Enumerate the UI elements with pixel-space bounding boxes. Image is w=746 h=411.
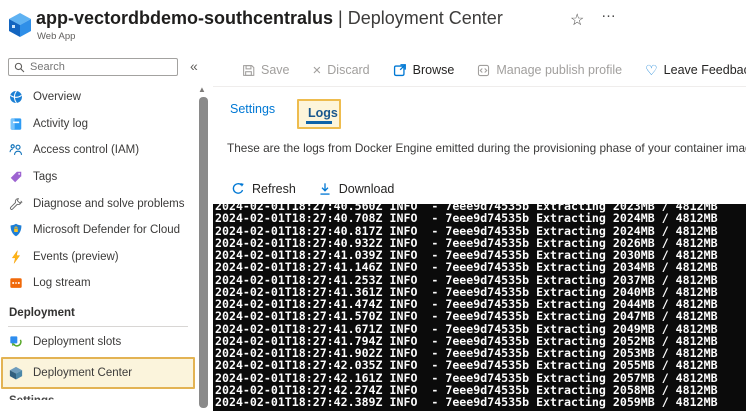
log-lines: 2024-02-01T18:27:40.560Z INFO - 7eee9d74… [215,204,746,408]
sidebar-item-deployment-slots[interactable]: Deployment slots [0,329,196,356]
deployment-slots-icon [9,335,23,349]
discard-label: Discard [327,63,370,77]
log-line: 2024-02-01T18:27:40.817Z INFO - 7eee9d74… [215,223,718,238]
search-input[interactable] [30,61,160,73]
deployment-center-icon [9,366,23,380]
command-bar: Save × Discard Browse Manage publish pro… [242,58,746,82]
log-line: 2024-02-01T18:27:42.161Z INFO - 7eee9d74… [215,370,718,385]
more-options-icon[interactable]: … [601,4,617,21]
sidebar-item-events[interactable]: Events (preview) [0,244,196,271]
sidebar-item-label: Deployment slots [33,336,122,349]
collapse-menu-icon[interactable]: « [190,58,198,74]
manage-publish-profile-label: Manage publish profile [496,63,623,77]
tab-settings[interactable]: Settings [230,102,275,116]
tab-logs-label: Logs [308,106,338,120]
search-icon [14,62,25,73]
sidebar-item-label: Microsoft Defender for Cloud [33,224,181,237]
sidebar-item-access-control-iam[interactable]: Access control (IAM) [0,137,196,164]
log-line: 2024-02-01T18:27:41.671Z INFO - 7eee9d74… [215,321,718,336]
sidebar-item-label: Overview [33,91,81,104]
heart-icon: ♡ [645,62,658,78]
sidebar-item-tags[interactable]: Tags [0,164,196,191]
favorite-star-icon[interactable]: ☆ [570,10,584,30]
web-app-icon [8,12,32,43]
log-line: 2024-02-01T18:27:42.035Z INFO - 7eee9d74… [215,358,718,373]
log-line: 2024-02-01T18:27:40.708Z INFO - 7eee9d74… [215,211,718,226]
sidebar-item-label: Diagnose and solve problems [33,197,185,210]
activity-log-icon [9,117,23,131]
tab-logs[interactable]: Logs [297,99,341,129]
resource-name: app-vectordbdemo-southcentralus [36,8,334,28]
save-button[interactable]: Save [242,63,290,77]
browse-button[interactable]: Browse [393,63,455,77]
vertical-scrollbar-thumb[interactable] [199,97,208,408]
sidebar-item-label: Log stream [33,277,91,290]
wrench-icon [9,197,23,211]
save-icon [242,64,255,77]
active-tab-underline [306,121,332,124]
download-button[interactable]: Download [318,182,395,196]
blade-name: Deployment Center [347,8,503,28]
scroll-up-arrow-icon[interactable]: ▲ [198,85,206,94]
sidebar-item-overview[interactable]: Overview [0,84,196,111]
sidebar-item-deployment-center[interactable]: Deployment Center [3,359,193,387]
leave-feedback-button[interactable]: ♡ Leave Feedback [645,63,746,77]
section-divider [8,325,188,327]
sidebar-item-activity-log[interactable]: Activity log [0,111,196,138]
sidebar-item-label: Deployment Center [33,367,133,380]
sidebar-item-diagnose[interactable]: Diagnose and solve problems [0,190,196,217]
browse-label: Browse [412,63,455,77]
sidebar-item-log-stream[interactable]: Log stream [0,270,196,297]
manage-publish-profile-button[interactable]: Manage publish profile [477,63,622,77]
overview-icon [9,90,23,104]
tag-icon [9,170,23,184]
refresh-icon [231,182,245,196]
sidebar-item-defender[interactable]: Microsoft Defender for Cloud [0,217,196,244]
log-stream-icon [9,276,23,290]
active-item-highlight: Deployment Center [1,357,195,390]
external-link-icon [393,63,407,77]
content-divider [213,86,746,87]
lightning-icon [9,250,23,264]
log-line: 2024-02-01T18:27:41.570Z INFO - 7eee9d74… [215,309,718,324]
docker-log-terminal[interactable]: 2024-02-01T18:27:40.560Z INFO - 7eee9d74… [213,204,746,411]
shield-lock-icon [9,223,23,237]
log-line: 2024-02-01T18:27:42.389Z INFO - 7eee9d74… [215,395,718,409]
sidebar-item-label: Access control (IAM) [33,144,140,157]
people-icon [9,143,23,157]
sidebar-section-deployment: Deployment [9,306,75,319]
download-label: Download [338,182,395,196]
sidebar-search[interactable] [8,58,178,76]
save-label: Save [261,63,290,77]
refresh-button[interactable]: Refresh [231,182,296,196]
log-actions: Refresh Download [231,182,394,196]
resource-menu: Overview Activity log Access control (IA… [0,55,196,411]
title-separator: | [333,8,348,28]
refresh-label: Refresh [252,182,296,196]
sidebar-section-settings-clipped: Settings [0,395,196,400]
download-icon [318,182,332,196]
resource-type-label: Web App [37,31,76,42]
log-line: 2024-02-01T18:27:41.253Z INFO - 7eee9d74… [215,272,718,287]
sidebar-item-label: Events (preview) [33,250,119,263]
code-file-icon [477,64,490,77]
leave-feedback-label: Leave Feedback [663,63,746,77]
sidebar-item-label: Activity log [33,117,88,130]
discard-button[interactable]: × Discard [313,63,370,78]
close-icon: × [312,61,322,79]
logs-description: These are the logs from Docker Engine em… [227,141,746,155]
log-line: 2024-02-01T18:27:41.146Z INFO - 7eee9d74… [215,260,718,275]
page-title: app-vectordbdemo-southcentralus | Deploy… [36,8,503,29]
sidebar-item-label: Tags [33,171,58,184]
